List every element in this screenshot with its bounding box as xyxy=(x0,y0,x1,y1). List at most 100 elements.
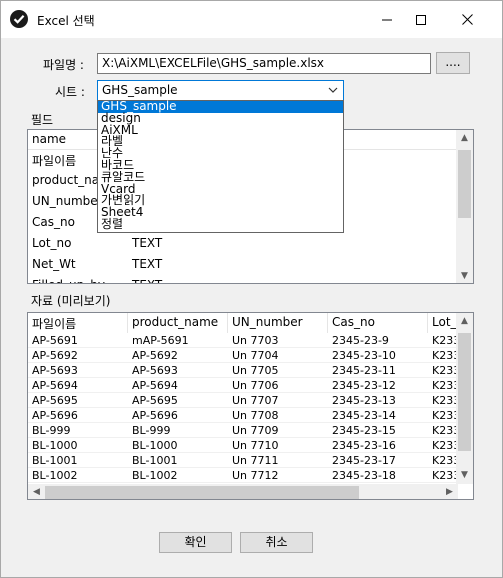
table-cell: BL-1001 xyxy=(132,454,178,467)
field-name-cell: Lot_no xyxy=(32,236,72,250)
sheet-select[interactable]: GHS_sample xyxy=(97,80,344,101)
table-cell: BL-1000 xyxy=(32,439,78,452)
table-cell: Un 7705 xyxy=(232,364,279,377)
maximize-button[interactable] xyxy=(398,1,444,38)
table-cell: Un 7712 xyxy=(232,469,279,482)
preview-horizontal-scrollbar[interactable]: ◀ ▶ xyxy=(28,484,458,499)
table-cell: 2345-23-17 xyxy=(332,454,396,467)
table-cell: Un 7708 xyxy=(232,409,279,422)
table-row[interactable]: BL-1000 BL-1000 Un 7710 2345-23-16 K233 xyxy=(28,438,468,453)
table-cell: Un 7711 xyxy=(232,454,279,467)
preview-grid: 파일이름 product_name UN_number Cas_no Lot_n AP-… xyxy=(27,312,474,500)
preview-hscroll-thumb[interactable] xyxy=(45,486,359,499)
table-cell: BL-1002 xyxy=(32,469,78,482)
table-row[interactable]: AP-5694 AP-5694 Un 7706 2345-23-12 K233 xyxy=(28,378,468,393)
table-row[interactable]: AP-5693 AP-5693 Un 7705 2345-23-11 K233 xyxy=(28,363,468,378)
preview-column-header[interactable]: Cas_no xyxy=(328,313,428,333)
table-row[interactable]: AP-5695 AP-5695 Un 7707 2345-23-13 K233 xyxy=(28,393,468,408)
table-cell: Un 7704 xyxy=(232,349,279,362)
preview-column-header[interactable]: UN_number xyxy=(228,313,328,333)
sheet-option[interactable]: Sheet4 xyxy=(98,206,343,219)
table-cell: AP-5693 xyxy=(132,364,178,377)
fields-label: 필드 xyxy=(31,113,54,127)
scroll-up-icon[interactable]: ▲ xyxy=(456,130,473,147)
table-cell: BL-1001 xyxy=(32,454,78,467)
file-label: 파일명 : xyxy=(43,58,84,72)
table-cell: AP-5696 xyxy=(132,409,178,422)
sheet-option[interactable]: 라벨 xyxy=(98,135,343,148)
table-cell: Un 7707 xyxy=(232,394,279,407)
close-icon xyxy=(461,14,473,25)
table-cell: Un 7703 xyxy=(232,334,279,347)
scroll-down-icon[interactable]: ▼ xyxy=(456,467,473,484)
scroll-down-icon[interactable]: ▼ xyxy=(456,268,473,283)
table-cell: 2345-23-10 xyxy=(332,349,396,362)
preview-scroll-thumb[interactable] xyxy=(458,333,471,451)
table-cell: 2345-23-15 xyxy=(332,424,396,437)
browse-button[interactable]: .... xyxy=(436,52,470,74)
preview-column-header[interactable]: 파일이름 xyxy=(28,313,128,333)
table-cell: AP-5696 xyxy=(32,409,78,422)
table-cell: Un 7709 xyxy=(232,424,279,437)
chevron-down-icon xyxy=(328,87,338,93)
field-type-cell: TEXT xyxy=(132,236,163,250)
table-row[interactable]: AP-5696 AP-5696 Un 7708 2345-23-14 K233 xyxy=(28,408,468,423)
scroll-left-icon[interactable]: ◀ xyxy=(28,484,45,499)
table-cell: AP-5692 xyxy=(32,349,78,362)
sheet-option[interactable]: AiXML xyxy=(98,124,343,137)
table-cell: AP-5695 xyxy=(32,394,78,407)
table-cell: 2345-23-16 xyxy=(332,439,396,452)
table-cell: BL-999 xyxy=(32,424,71,437)
title-bar: Excel 선택 xyxy=(1,1,502,38)
window-title: Excel 선택 xyxy=(37,14,95,28)
fields-vertical-scrollbar[interactable]: ▲ ▼ xyxy=(456,130,473,283)
checkmark-circle-icon xyxy=(10,10,28,28)
table-cell: 2345-23-18 xyxy=(332,469,396,482)
ok-button[interactable]: 확인 xyxy=(159,532,232,553)
field-row[interactable]: Lot_no TEXT xyxy=(28,234,468,255)
sheet-dropdown-list: GHS_sample design AiXML 라벨 난수 바코드 큐알코드 Vcard 가변읽… xyxy=(97,100,344,233)
table-cell: 2345-23-13 xyxy=(332,394,396,407)
field-row[interactable]: Net_Wt TEXT xyxy=(28,255,468,276)
table-cell: 2345-23-12 xyxy=(332,379,396,392)
file-path-field[interactable]: X:\AiXML\EXCELFile\GHS_sample.xlsx xyxy=(97,53,431,74)
table-cell: BL-1002 xyxy=(132,469,178,482)
preview-header: 파일이름 product_name UN_number Cas_no Lot_n xyxy=(28,313,468,333)
scroll-up-icon[interactable]: ▲ xyxy=(456,313,473,330)
table-cell: BL-1000 xyxy=(132,439,178,452)
preview-column-header[interactable]: product_name xyxy=(128,313,228,333)
table-cell: Un 7710 xyxy=(232,439,279,452)
table-cell: AP-5694 xyxy=(32,379,78,392)
table-row[interactable]: AP-5691 mAP-5691 Un 7703 2345-23-9 K233 xyxy=(28,333,468,348)
field-type-cell: TEXT xyxy=(132,257,163,271)
table-cell: 2345-23-14 xyxy=(332,409,396,422)
table-cell: AP-5695 xyxy=(132,394,178,407)
table-cell: AP-5693 xyxy=(32,364,78,377)
table-cell: AP-5692 xyxy=(132,349,178,362)
table-row[interactable]: BL-1002 BL-1002 Un 7712 2345-23-18 K233 xyxy=(28,468,468,483)
sheet-option[interactable]: 정렬 xyxy=(98,218,343,231)
table-cell: 2345-23-9 xyxy=(332,334,389,347)
fields-scroll-thumb[interactable] xyxy=(458,150,471,218)
field-type-cell: TEXT xyxy=(128,276,248,283)
scroll-right-icon[interactable]: ▶ xyxy=(441,484,458,499)
sheet-label: 시트 : xyxy=(55,85,85,99)
table-cell: mAP-5691 xyxy=(132,334,189,347)
excel-select-dialog: Excel 선택 파일명 : X:\AiXML\EXCELFile\GHS_sa… xyxy=(0,0,503,578)
table-cell: AP-5691 xyxy=(32,334,78,347)
sheet-option[interactable]: 난수 xyxy=(98,147,343,160)
sheet-selected-value: GHS_sample xyxy=(102,83,178,97)
table-row[interactable]: AP-5692 AP-5692 Un 7704 2345-23-10 K233 xyxy=(28,348,468,363)
cancel-button[interactable]: 취소 xyxy=(240,532,313,553)
preview-label: 자료 (미리보기) xyxy=(31,294,111,308)
table-cell: BL-999 xyxy=(132,424,171,437)
table-cell: Un 7706 xyxy=(232,379,279,392)
minimize-icon xyxy=(382,19,392,20)
close-button[interactable] xyxy=(444,1,490,38)
preview-vertical-scrollbar[interactable]: ▲ ▼ xyxy=(456,313,473,484)
table-row[interactable]: BL-1001 BL-1001 Un 7711 2345-23-17 K233 xyxy=(28,453,468,468)
table-cell: 2345-23-11 xyxy=(332,364,396,377)
field-row[interactable]: Filled_up_byTEXT xyxy=(28,276,468,283)
field-name-cell: Net_Wt xyxy=(32,257,76,271)
table-row[interactable]: BL-999 BL-999 Un 7709 2345-23-15 K233 xyxy=(28,423,468,438)
